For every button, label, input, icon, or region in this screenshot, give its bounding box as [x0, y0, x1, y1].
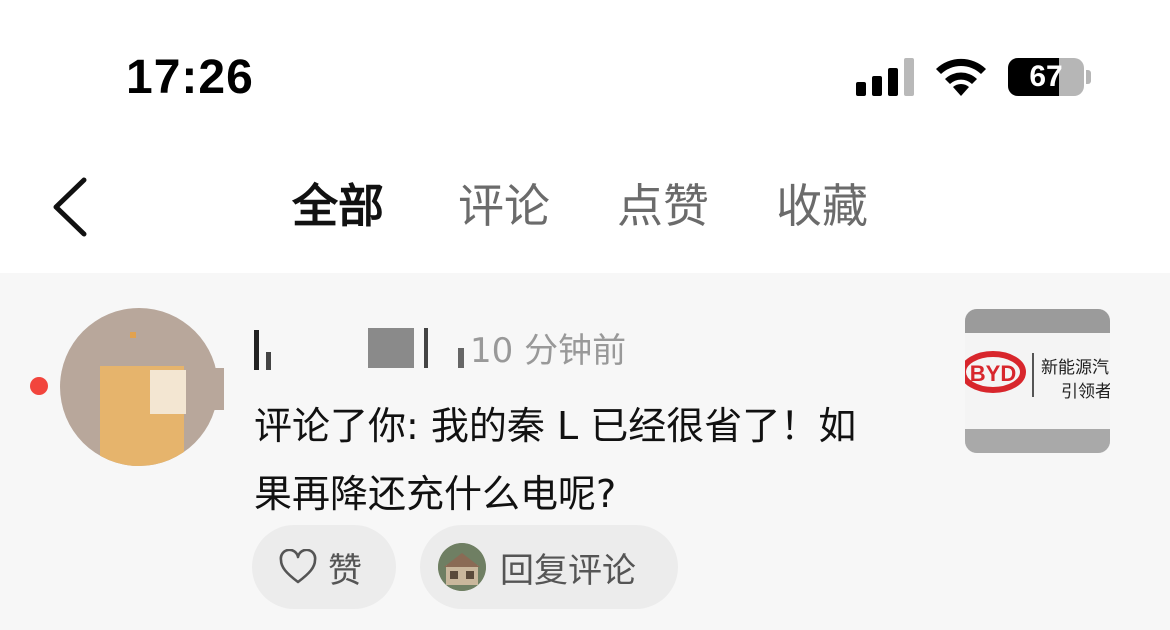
post-thumbnail[interactable]: BYD 新能源汽 引领者: [965, 309, 1110, 453]
byd-store-image: BYD 新能源汽 引领者: [965, 309, 1110, 453]
battery-cap: [1086, 70, 1091, 84]
unread-dot: [30, 377, 48, 395]
chevron-left-icon[interactable]: [46, 174, 94, 240]
tab-comments[interactable]: 评论: [458, 176, 550, 236]
wifi-icon: [936, 58, 986, 96]
reply-comment-button[interactable]: 回复评论: [420, 525, 678, 609]
avatar[interactable]: [60, 308, 224, 466]
like-button[interactable]: 赞: [252, 525, 396, 609]
heart-icon: [279, 549, 317, 584]
tab-favorites[interactable]: 收藏: [776, 176, 868, 236]
comment-text-line: 果再降还充什么电呢?: [254, 472, 617, 516]
notification-timestamp: 10 分钟前: [470, 331, 627, 371]
thumbnail-caption: 引领者: [1061, 382, 1110, 402]
my-avatar: [438, 543, 486, 591]
tab-likes[interactable]: 点赞: [617, 176, 709, 236]
tab-all[interactable]: 全部: [292, 176, 384, 236]
like-label: 赞: [328, 550, 362, 591]
comment-text[interactable]: 评论了你: 我的秦 L 已经很省了！如 果再降还充什么电呢?: [254, 392, 934, 528]
cellular-signal-icon: [856, 58, 914, 96]
thumbnail-brand: BYD: [970, 361, 1016, 386]
status-time: 17:26: [126, 51, 254, 104]
battery-icon: 67: [1008, 58, 1084, 96]
comment-text-line: 评论了你: 我的秦 L 已经很省了！如: [254, 404, 857, 448]
thumbnail-caption: 新能源汽: [1041, 358, 1109, 378]
battery-percent: 67: [1029, 60, 1063, 93]
reply-label: 回复评论: [500, 550, 636, 591]
username-redacted[interactable]: [252, 326, 466, 370]
